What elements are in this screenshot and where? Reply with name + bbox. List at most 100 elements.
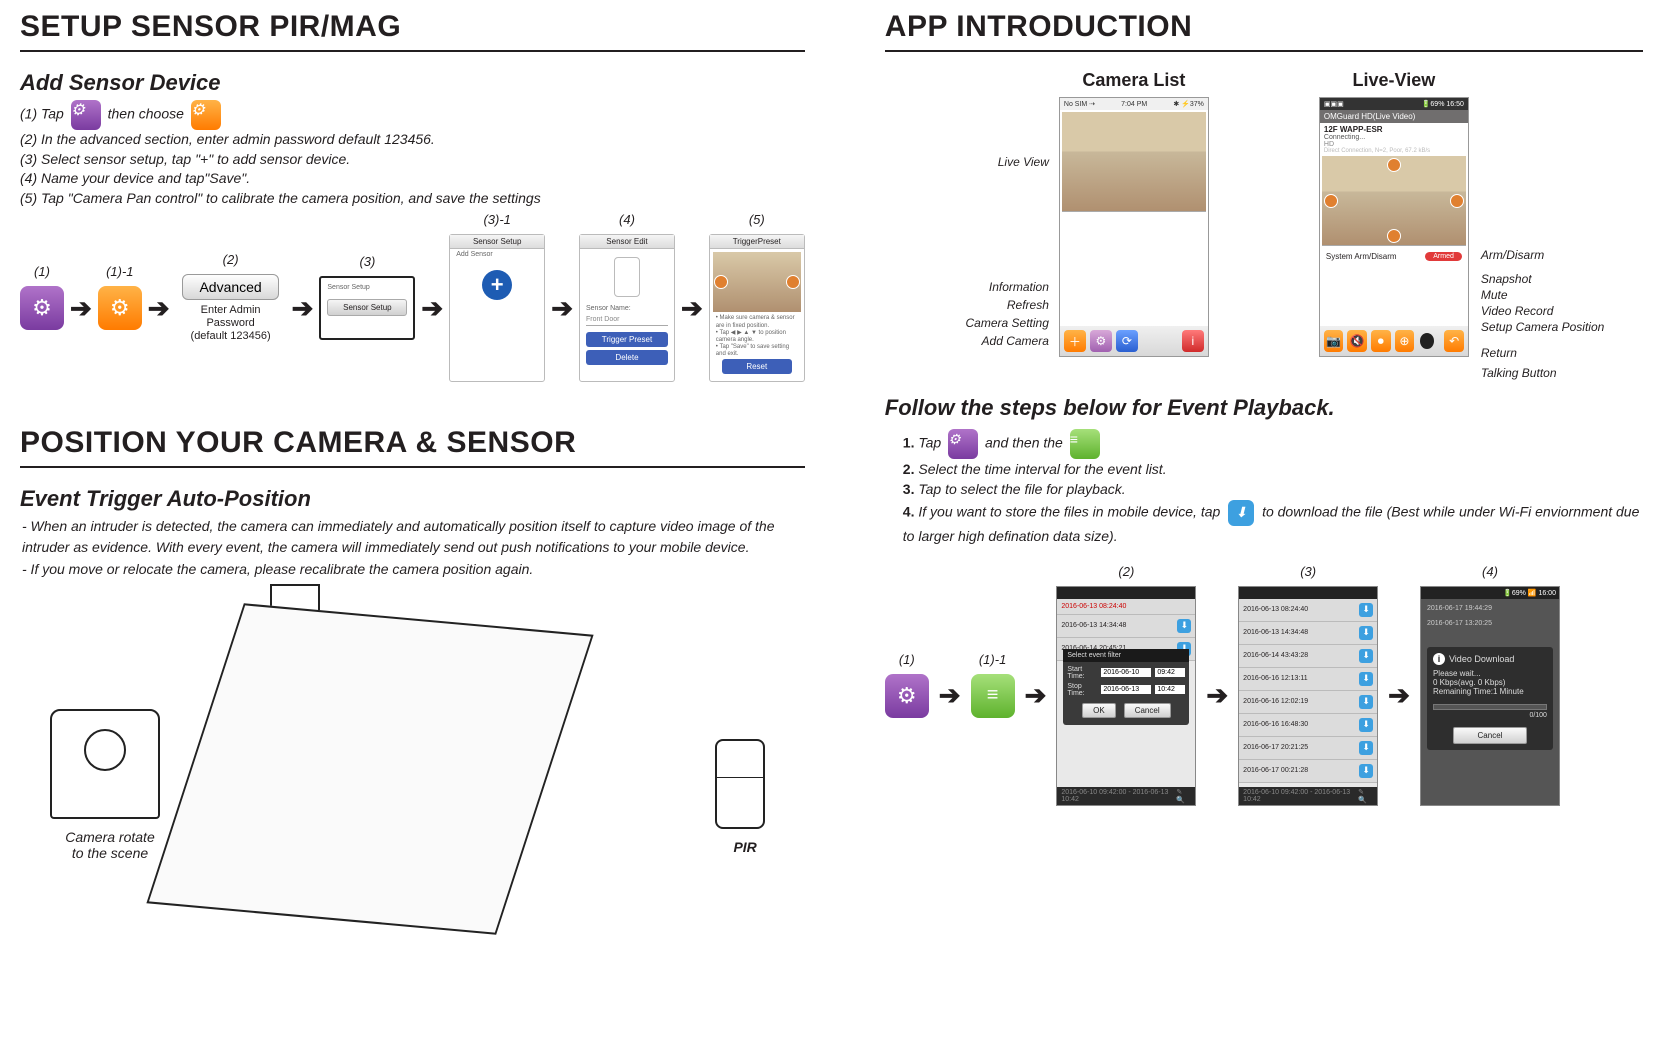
event-row-current: 2016-06-13 08:24:40: [1061, 603, 1126, 610]
add-sensor-plus-icon[interactable]: +: [482, 270, 512, 300]
refresh-icon[interactable]: ⟳: [1116, 330, 1138, 352]
video-download-dialog: iVideo Download Please wait... 0 Kbps(av…: [1427, 647, 1553, 750]
event-row[interactable]: 2016-06-14 43:43:28⬇: [1239, 645, 1377, 668]
delete-button[interactable]: Delete: [586, 350, 668, 365]
callout-camera-setting: Camera Setting: [966, 316, 1049, 330]
snapshot-icon[interactable]: 📷: [1324, 330, 1344, 352]
vd-cancel-button[interactable]: Cancel: [1453, 727, 1528, 744]
stop-date-input[interactable]: [1101, 685, 1151, 694]
cancel-button[interactable]: Cancel: [1124, 703, 1171, 718]
mute-icon[interactable]: 🔇: [1347, 330, 1367, 352]
event-row[interactable]: 2016-06-17 20:21:25⬇: [1239, 737, 1377, 760]
subheading-event-trigger: Event Trigger Auto-Position: [20, 486, 805, 512]
pb-label-3: (3): [1300, 564, 1316, 579]
sensor-setup-button[interactable]: Sensor Setup: [327, 299, 407, 316]
step1-text-b: then choose: [108, 106, 188, 122]
record-icon[interactable]: ⏺: [1371, 330, 1391, 352]
armed-toggle[interactable]: Armed: [1425, 252, 1462, 261]
flow-label-1: (1): [34, 264, 50, 279]
status-bar: No SIM ⇢ 7:04 PM ✱ ⚡37%: [1060, 98, 1208, 110]
download-icon[interactable]: ⬇: [1359, 626, 1373, 640]
vd-progress: 0/100: [1433, 712, 1547, 719]
callout-setup-position: Setup Camera Position: [1481, 320, 1604, 334]
callout-talking-button: Talking Button: [1481, 366, 1557, 380]
flow-icon-camera[interactable]: ⚙: [20, 286, 64, 330]
arm-label: System Arm/Disarm: [1326, 252, 1397, 261]
camera-device-icon: [50, 709, 160, 819]
setup-position-icon[interactable]: ⊕: [1395, 330, 1415, 352]
pan-down-icon[interactable]: [1387, 229, 1401, 243]
arrow-icon: ➔: [551, 293, 573, 324]
add-camera-icon[interactable]: ＋: [1064, 330, 1086, 352]
download-icon[interactable]: ⬇: [1359, 672, 1373, 686]
download-icon: ⬇: [1228, 500, 1254, 526]
event-row[interactable]: 2016-06-16 12:02:19⬇: [1239, 691, 1377, 714]
callout-snapshot: Snapshot: [1481, 272, 1532, 286]
arrow-icon: ➔: [148, 293, 170, 324]
download-icon[interactable]: ⬇: [1359, 764, 1373, 778]
add-sensor-flow: (1) ⚙ ➔ (1)-1 ⚙ ➔ (2) Advanced Enter Adm…: [20, 234, 805, 382]
phone31-title: Sensor Setup: [473, 237, 521, 246]
step2-text: (2) In the advanced section, enter admin…: [20, 130, 805, 150]
callout-information: Information: [989, 280, 1049, 294]
playback-steps: 1. Tap ⚙ and then the ≡ 2. Select the ti…: [903, 429, 1643, 546]
callout-refresh: Refresh: [1007, 298, 1049, 312]
download-icon[interactable]: ⬇: [1177, 619, 1191, 633]
talking-button-icon[interactable]: [1420, 333, 1434, 349]
event-row[interactable]: 2016-06-17 00:21:28⬇: [1239, 760, 1377, 783]
filter-title: Select event filter: [1063, 649, 1189, 662]
pan-up-icon[interactable]: [1387, 158, 1401, 172]
floorplan-diagram: Mag Camera rotate to the scene PIR: [20, 589, 805, 969]
event-row[interactable]: 2016-06-16 16:48:30⬇: [1239, 714, 1377, 737]
info-icon[interactable]: i: [1182, 330, 1204, 352]
camera-list-toolbar: ＋ ⚙ ⟳ i: [1060, 326, 1208, 356]
event-desc-1: - When an intruder is detected, the came…: [20, 516, 805, 557]
event-row[interactable]: 2016-06-16 12:13:11⬇: [1239, 668, 1377, 691]
phone-sensor-setup: Sensor Setup Sensor Setup: [319, 276, 415, 340]
pb-camera-icon[interactable]: ⚙: [885, 674, 929, 718]
start-time-input[interactable]: [1155, 668, 1185, 677]
sensor-name-input[interactable]: Front Door: [586, 316, 668, 326]
reset-button[interactable]: Reset: [722, 359, 792, 374]
camera-setting-icon[interactable]: ⚙: [1090, 330, 1112, 352]
flow-icon-advanced[interactable]: ⚙: [98, 286, 142, 330]
ok-button[interactable]: OK: [1082, 703, 1116, 718]
stop-time-input[interactable]: [1155, 685, 1185, 694]
heading-setup-sensor: SETUP SENSOR PIR/MAG: [20, 10, 805, 52]
advanced-button[interactable]: Advanced: [182, 274, 278, 300]
camera-preview[interactable]: [1062, 112, 1206, 212]
live-video-preview[interactable]: [1322, 156, 1466, 246]
live-view-title: Live-View: [1319, 70, 1469, 91]
event-row[interactable]: 2016-06-13 14:34:48⬇: [1239, 622, 1377, 645]
sensor-name-label: Sensor Name:: [586, 305, 668, 313]
camera-lens-icon: [84, 729, 126, 771]
download-icon[interactable]: ⬇: [1359, 718, 1373, 732]
live-appbar: OMGuard HD(Live Video): [1320, 110, 1468, 123]
download-icon[interactable]: ⬇: [1359, 649, 1373, 663]
download-icon[interactable]: ⬇: [1359, 741, 1373, 755]
pan-left-icon[interactable]: [1324, 194, 1338, 208]
phone-event-filter: 2016-06-13 08:24:40 2016-06-13 14:34:48⬇…: [1056, 586, 1196, 806]
status-bar: ▣▣▣🔋69% 16:50: [1320, 98, 1468, 110]
preset-note: • Make sure camera & sensor are in fixed…: [716, 315, 798, 358]
vd-title: Video Download: [1449, 654, 1514, 664]
pan-right-icon[interactable]: [786, 275, 800, 289]
return-icon[interactable]: ↶: [1444, 330, 1464, 352]
pan-left-icon[interactable]: [714, 275, 728, 289]
progress-bar: [1433, 704, 1547, 710]
add-sensor-steps: (1) Tap ⚙ then choose ⚙ (2) In the advan…: [20, 100, 805, 208]
download-icon[interactable]: ⬇: [1359, 603, 1373, 617]
step5-text: (5) Tap "Camera Pan control" to calibrat…: [20, 189, 805, 209]
live-connecting: Connecting...: [1320, 134, 1468, 141]
flow-label-3: (3): [359, 254, 375, 269]
live-conn-detail: Direct Connection, N=2, Poor, 67.2 kB/s: [1320, 148, 1468, 154]
pb-event-icon[interactable]: ≡: [971, 674, 1015, 718]
pan-right-icon[interactable]: [1450, 194, 1464, 208]
event-desc-2: - If you move or relocate the camera, pl…: [20, 559, 805, 579]
advanced-hint: Enter Admin Password (default 123456): [176, 304, 286, 344]
start-date-input[interactable]: [1101, 668, 1151, 677]
event-row[interactable]: 2016-06-13 08:24:40⬇: [1239, 599, 1377, 622]
download-icon[interactable]: ⬇: [1359, 695, 1373, 709]
phone-live-view: ▣▣▣🔋69% 16:50 OMGuard HD(Live Video) 12F…: [1319, 97, 1469, 357]
trigger-preset-button[interactable]: Trigger Preset: [586, 332, 668, 347]
